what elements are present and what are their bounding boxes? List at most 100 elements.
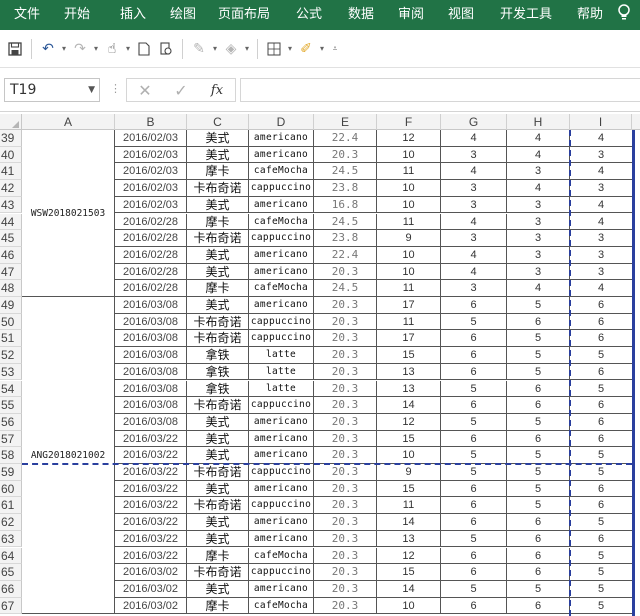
product-en-cell[interactable]: cappuccino (249, 313, 314, 331)
rating-cell[interactable]: 4 (441, 263, 507, 281)
rating-cell[interactable]: 6 (570, 364, 632, 381)
product-cn-cell[interactable]: 摩卡 (187, 213, 249, 231)
rating-cell[interactable]: 3 (507, 246, 570, 264)
column-header-a[interactable]: A (22, 114, 115, 130)
date-cell[interactable]: 2016/03/22 (115, 530, 187, 548)
product-cn-cell[interactable]: 摩卡 (187, 597, 249, 615)
column-header-d[interactable]: D (249, 114, 314, 130)
date-cell[interactable]: 2016/03/08 (115, 313, 187, 331)
column-header-f[interactable]: F (377, 114, 441, 130)
value-cell[interactable]: 10 (377, 597, 441, 615)
value-cell[interactable]: 10 (377, 180, 441, 197)
product-cn-cell[interactable]: 美式 (187, 146, 249, 164)
price-cell[interactable]: 24.5 (314, 280, 377, 297)
drag-handle-icon[interactable]: ⋮ (110, 82, 121, 95)
price-cell[interactable]: 20.3 (314, 313, 377, 331)
rating-cell[interactable]: 6 (441, 297, 507, 314)
date-cell[interactable]: 2016/02/03 (115, 130, 187, 147)
date-cell[interactable]: 2016/03/22 (115, 514, 187, 531)
date-cell[interactable]: 2016/03/08 (115, 330, 187, 348)
cancel-icon[interactable]: ✕ (130, 81, 160, 100)
rating-cell[interactable]: 3 (570, 247, 632, 264)
rating-cell[interactable]: 5 (507, 330, 570, 348)
product-cn-cell[interactable]: 摩卡 (187, 280, 249, 297)
tab-home[interactable]: 开始 (48, 0, 106, 30)
price-cell[interactable]: 20.3 (314, 580, 377, 598)
product-en-cell[interactable]: latte (249, 363, 314, 381)
product-en-cell[interactable]: latte (249, 380, 314, 398)
tab-file[interactable]: 文件 (0, 0, 48, 30)
redo-icon[interactable]: ↷ (69, 38, 91, 60)
rating-cell[interactable]: 4 (570, 130, 632, 147)
rating-cell[interactable]: 6 (570, 397, 632, 414)
value-cell[interactable]: 11 (377, 313, 441, 331)
formula-input[interactable] (240, 78, 640, 102)
value-cell[interactable]: 9 (377, 464, 441, 481)
value-cell[interactable]: 14 (377, 580, 441, 598)
date-cell[interactable]: 2016/03/08 (115, 297, 187, 314)
rating-cell[interactable]: 5 (570, 598, 632, 615)
product-en-cell[interactable]: cafeMocha (249, 213, 314, 231)
price-cell[interactable]: 20.3 (314, 514, 377, 531)
product-en-cell[interactable]: americano (249, 514, 314, 531)
rating-cell[interactable]: 3 (441, 196, 507, 214)
rating-cell[interactable]: 5 (441, 313, 507, 331)
product-en-cell[interactable]: cafeMocha (249, 280, 314, 297)
product-cn-cell[interactable]: 卡布奇诺 (187, 397, 249, 414)
rating-cell[interactable]: 3 (441, 180, 507, 197)
product-en-cell[interactable]: americano (249, 146, 314, 164)
rating-cell[interactable]: 3 (441, 146, 507, 164)
product-en-cell[interactable]: americano (249, 413, 314, 431)
rating-cell[interactable]: 6 (441, 564, 507, 581)
rating-cell[interactable]: 4 (507, 180, 570, 197)
row-header[interactable]: 67 (0, 597, 22, 615)
date-cell[interactable]: 2016/03/08 (115, 397, 187, 414)
price-cell[interactable]: 20.3 (314, 547, 377, 565)
value-cell[interactable]: 13 (377, 363, 441, 381)
rating-cell[interactable]: 5 (570, 564, 632, 581)
row-header[interactable]: 50 (0, 313, 22, 331)
rating-cell[interactable]: 3 (507, 163, 570, 181)
rating-cell[interactable]: 5 (570, 514, 632, 531)
date-cell[interactable]: 2016/02/28 (115, 280, 187, 297)
rating-cell[interactable]: 5 (507, 480, 570, 498)
value-cell[interactable]: 15 (377, 480, 441, 498)
worksheet-grid[interactable]: A B C D E F G H I 39 2016/02/03 美式 american… (0, 114, 640, 616)
date-cell[interactable]: 2016/02/03 (115, 163, 187, 181)
tab-page-layout[interactable]: 页面布局 (206, 0, 282, 30)
row-header[interactable]: 60 (0, 480, 22, 498)
product-en-cell[interactable]: cafeMocha (249, 597, 314, 615)
price-cell[interactable]: 20.3 (314, 564, 377, 581)
rating-cell[interactable]: 6 (441, 480, 507, 498)
price-cell[interactable]: 20.3 (314, 297, 377, 314)
product-cn-cell[interactable]: 美式 (187, 246, 249, 264)
date-cell[interactable]: 2016/02/03 (115, 146, 187, 164)
rating-cell[interactable]: 5 (507, 347, 570, 364)
product-cn-cell[interactable]: 美式 (187, 413, 249, 431)
rating-cell[interactable]: 5 (570, 548, 632, 565)
price-cell[interactable]: 20.3 (314, 347, 377, 364)
product-cn-cell[interactable]: 拿铁 (187, 347, 249, 364)
date-cell[interactable]: 2016/02/28 (115, 230, 187, 247)
date-cell[interactable]: 2016/02/28 (115, 263, 187, 281)
rating-cell[interactable]: 6 (570, 314, 632, 331)
product-cn-cell[interactable]: 卡布奇诺 (187, 230, 249, 247)
rating-cell[interactable]: 6 (441, 347, 507, 364)
rating-cell[interactable]: 5 (507, 464, 570, 481)
date-cell[interactable]: 2016/03/22 (115, 480, 187, 498)
value-cell[interactable]: 15 (377, 564, 441, 581)
select-all-button[interactable] (0, 114, 22, 130)
fill-color-icon[interactable]: ◈ (220, 38, 242, 60)
price-cell[interactable]: 20.3 (314, 464, 377, 481)
price-cell[interactable]: 20.3 (314, 413, 377, 431)
rating-cell[interactable]: 5 (507, 297, 570, 314)
column-header-h[interactable]: H (507, 114, 570, 130)
rating-cell[interactable]: 4 (570, 280, 632, 297)
rating-cell[interactable]: 5 (570, 347, 632, 364)
price-cell[interactable]: 20.3 (314, 497, 377, 515)
product-en-cell[interactable]: cappuccino (249, 564, 314, 581)
row-header[interactable]: 64 (0, 547, 22, 565)
row-header[interactable]: 48 (0, 280, 22, 297)
date-cell[interactable]: 2016/03/22 (115, 497, 187, 515)
product-cn-cell[interactable]: 美式 (187, 196, 249, 214)
